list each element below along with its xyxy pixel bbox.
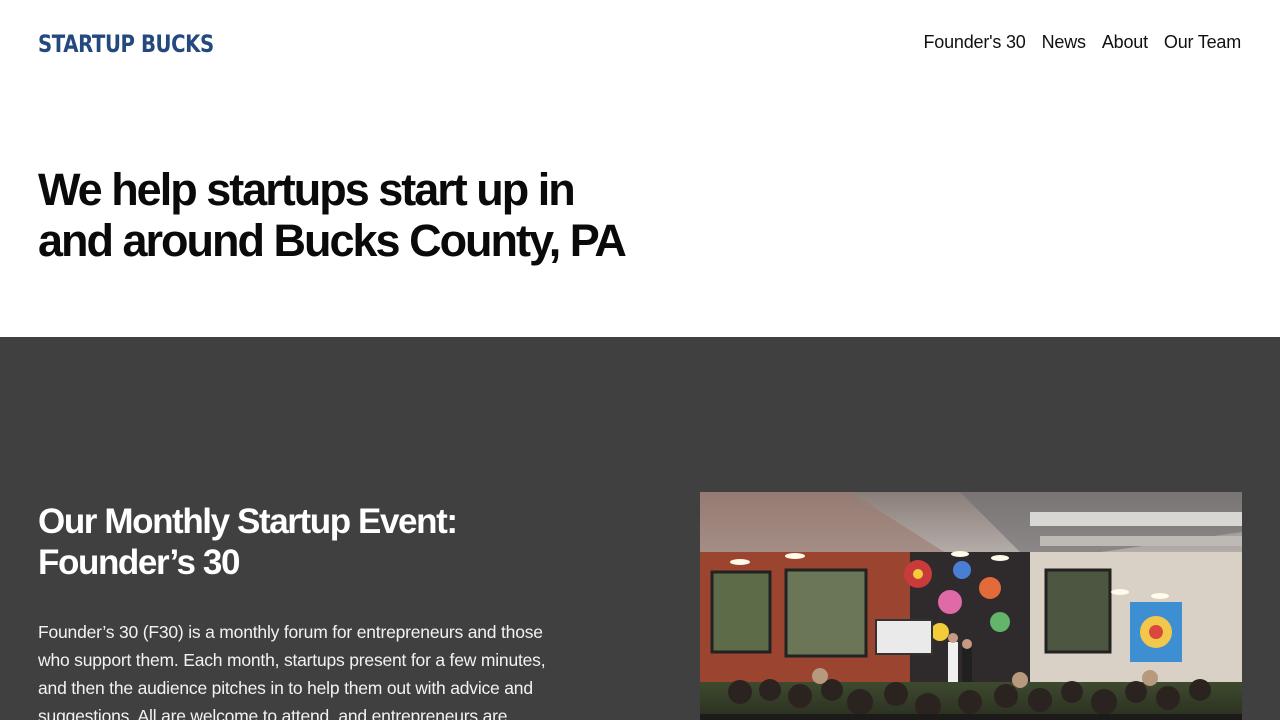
site-logo[interactable]: STARTUP BUCKS (38, 30, 214, 58)
nav-link-our-team[interactable]: Our Team (1164, 32, 1241, 53)
hero-title: We help startups start up in and around … (38, 164, 627, 266)
nav-link-founders-30[interactable]: Founder's 30 (924, 32, 1026, 53)
nav-link-news[interactable]: News (1042, 32, 1086, 53)
event-photo (700, 492, 1242, 720)
event-photo-illustration (700, 492, 1242, 720)
event-description: Founder’s 30 (F30) is a monthly forum fo… (38, 622, 546, 720)
event-section: Our Monthly Startup Event: Founder’s 30 … (0, 337, 1280, 720)
site-header: STARTUP BUCKS Founder's 30 News About Ou… (0, 0, 1280, 88)
main-nav: Founder's 30 News About Our Team (924, 32, 1242, 53)
nav-link-about[interactable]: About (1102, 32, 1148, 53)
event-title: Our Monthly Startup Event: Founder’s 30 (38, 502, 458, 582)
